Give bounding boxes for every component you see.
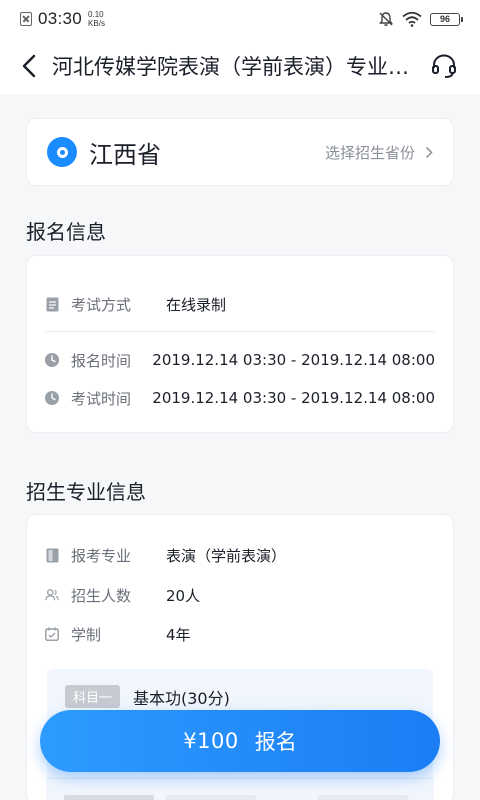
bell-off-icon: [379, 12, 393, 26]
location-pin-icon: [47, 137, 77, 167]
subject-tag: 科目一: [65, 685, 121, 708]
network-speed: 0.10 KB/s: [88, 10, 105, 28]
page-title: 河北传媒学院表演（学前表演）专业招生信息: [52, 55, 422, 79]
enrollment-value: 20人: [166, 586, 201, 605]
customer-service-button[interactable]: [430, 52, 458, 80]
major-section-title: 招生专业信息: [26, 480, 146, 504]
wifi-icon: [402, 11, 422, 27]
users-icon: [45, 588, 59, 602]
book-icon: [45, 548, 59, 562]
exam-time-label: 考试时间: [71, 389, 132, 408]
subject-name: 基本功(30分): [133, 689, 230, 708]
clock-icon: [45, 391, 59, 405]
exam-method-label: 考试方式: [71, 295, 132, 314]
registration-card: 考试方式 在线录制 报名时间 2019.12.14 03:30 - 2019.1…: [26, 255, 454, 433]
duration-label: 学制: [71, 625, 102, 644]
back-button[interactable]: [22, 51, 42, 81]
table-header-cell: [166, 795, 256, 800]
exam-time-row: 考试时间 2019.12.14 03:30 - 2019.12.14 08:00: [45, 386, 435, 410]
signup-price: ¥100: [183, 729, 239, 753]
status-time: 03:30: [38, 9, 83, 28]
battery-icon: 96: [430, 12, 463, 26]
signup-label: 报名: [254, 730, 297, 754]
clock-icon: [45, 353, 59, 367]
select-province-label: 选择招生省份: [324, 143, 415, 162]
major-label: 报考专业: [71, 546, 132, 565]
network-speed-unit: KB/s: [88, 19, 105, 28]
signup-button[interactable]: ¥100 报名: [40, 710, 440, 772]
divider: [45, 331, 435, 332]
chevron-left-icon: [22, 54, 36, 78]
province-name: 江西省: [89, 140, 161, 169]
select-province-button[interactable]: 选择招生省份: [325, 142, 433, 163]
status-left: 03:30 0.10 KB/s: [20, 9, 105, 29]
table-header-cell: [64, 795, 154, 800]
nav-bar: 河北传媒学院表演（学前表演）专业招生信息: [0, 38, 480, 94]
duration-row: 学制 4年: [45, 622, 435, 646]
exam-method-value: 在线录制: [166, 295, 227, 314]
register-time-label: 报名时间: [71, 351, 132, 370]
registration-section-title: 报名信息: [26, 220, 106, 244]
duration-value: 4年: [166, 625, 191, 644]
register-time-value: 2019.12.14 03:30 - 2019.12.14 08:00: [152, 351, 435, 369]
exam-time-value: 2019.12.14 03:30 - 2019.12.14 08:00: [152, 389, 435, 407]
chevron-right-icon: [425, 146, 433, 158]
network-speed-value: 0.10: [88, 10, 104, 19]
table-header-cell: [318, 795, 408, 800]
status-right: 96: [378, 11, 463, 27]
headset-icon: [432, 54, 456, 78]
status-bar: 03:30 0.10 KB/s 96: [0, 0, 480, 38]
document-icon: [45, 297, 59, 311]
exam-method-row: 考试方式 在线录制: [45, 292, 435, 316]
major-value: 表演（学前表演）: [166, 546, 287, 565]
enrollment-row: 招生人数 20人: [45, 583, 435, 607]
next-subject-table: [46, 778, 434, 800]
calendar-icon: [45, 627, 59, 641]
no-sim-icon: [20, 12, 32, 26]
major-row: 报考专业 表演（学前表演）: [45, 543, 435, 567]
register-time-row: 报名时间 2019.12.14 03:30 - 2019.12.14 08:00: [45, 348, 435, 372]
province-card[interactable]: 江西省 选择招生省份: [26, 118, 454, 186]
enrollment-label: 招生人数: [71, 586, 132, 605]
